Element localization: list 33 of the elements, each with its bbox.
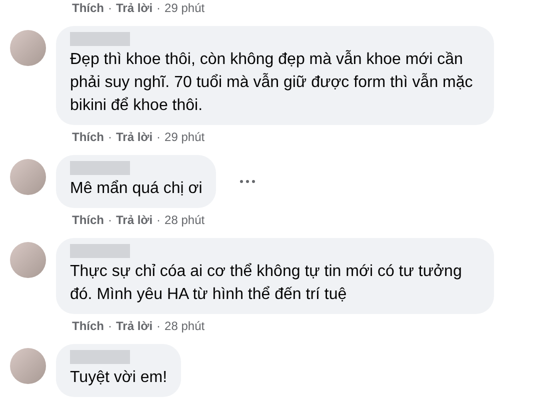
comment-time: 29 phút — [164, 130, 205, 144]
blurred-name — [70, 32, 130, 46]
separator-dot: · — [156, 319, 161, 333]
comment-time: 29 phút — [164, 1, 205, 15]
comment-text: Tuyệt vời em! — [70, 368, 168, 388]
reply-link[interactable]: Trả lời — [116, 130, 153, 144]
separator-dot: · — [108, 1, 112, 15]
blurred-name — [70, 350, 130, 364]
more-options-icon[interactable] — [240, 180, 256, 183]
comment-time: 28 phút — [164, 319, 205, 333]
reply-link[interactable]: Trả lời — [116, 319, 153, 333]
reply-link[interactable]: Trả lời — [116, 213, 153, 227]
blurred-name — [70, 161, 130, 175]
separator-dot: · — [156, 130, 161, 144]
separator-dot: · — [108, 130, 112, 144]
blurred-name — [70, 244, 130, 258]
comment-text: Đẹp thì khoe thôi, còn không đẹp mà vẫn khoe mới cần phải suy nghĩ. 70 tuổi mà vẫn giữ được form thì vẫn mặc bikini để khoe thôi. — [70, 49, 474, 116]
avatar[interactable] — [10, 30, 46, 66]
like-link[interactable]: Thích — [72, 1, 104, 15]
avatar[interactable] — [10, 242, 46, 278]
avatar[interactable] — [10, 159, 46, 195]
comment-time: 28 phút — [164, 213, 205, 227]
like-link[interactable]: Thích — [72, 319, 104, 333]
reply-link[interactable]: Trả lời — [116, 1, 153, 15]
like-link[interactable]: Thích — [72, 213, 104, 227]
avatar[interactable] — [10, 348, 46, 384]
comment-text: Mê mẩn quá chị ơi — [70, 179, 202, 199]
separator-dot: · — [108, 319, 112, 333]
like-link[interactable]: Thích — [72, 130, 104, 144]
separator-dot: · — [108, 213, 112, 227]
separator-dot: · — [156, 1, 161, 15]
separator-dot: · — [156, 213, 161, 227]
comment-text: Thực sự chỉ cóa ai cơ thể không tự tin mới có tư tưởng đó. Mình yêu HA từ hình thể đến trí tuệ — [70, 262, 463, 305]
